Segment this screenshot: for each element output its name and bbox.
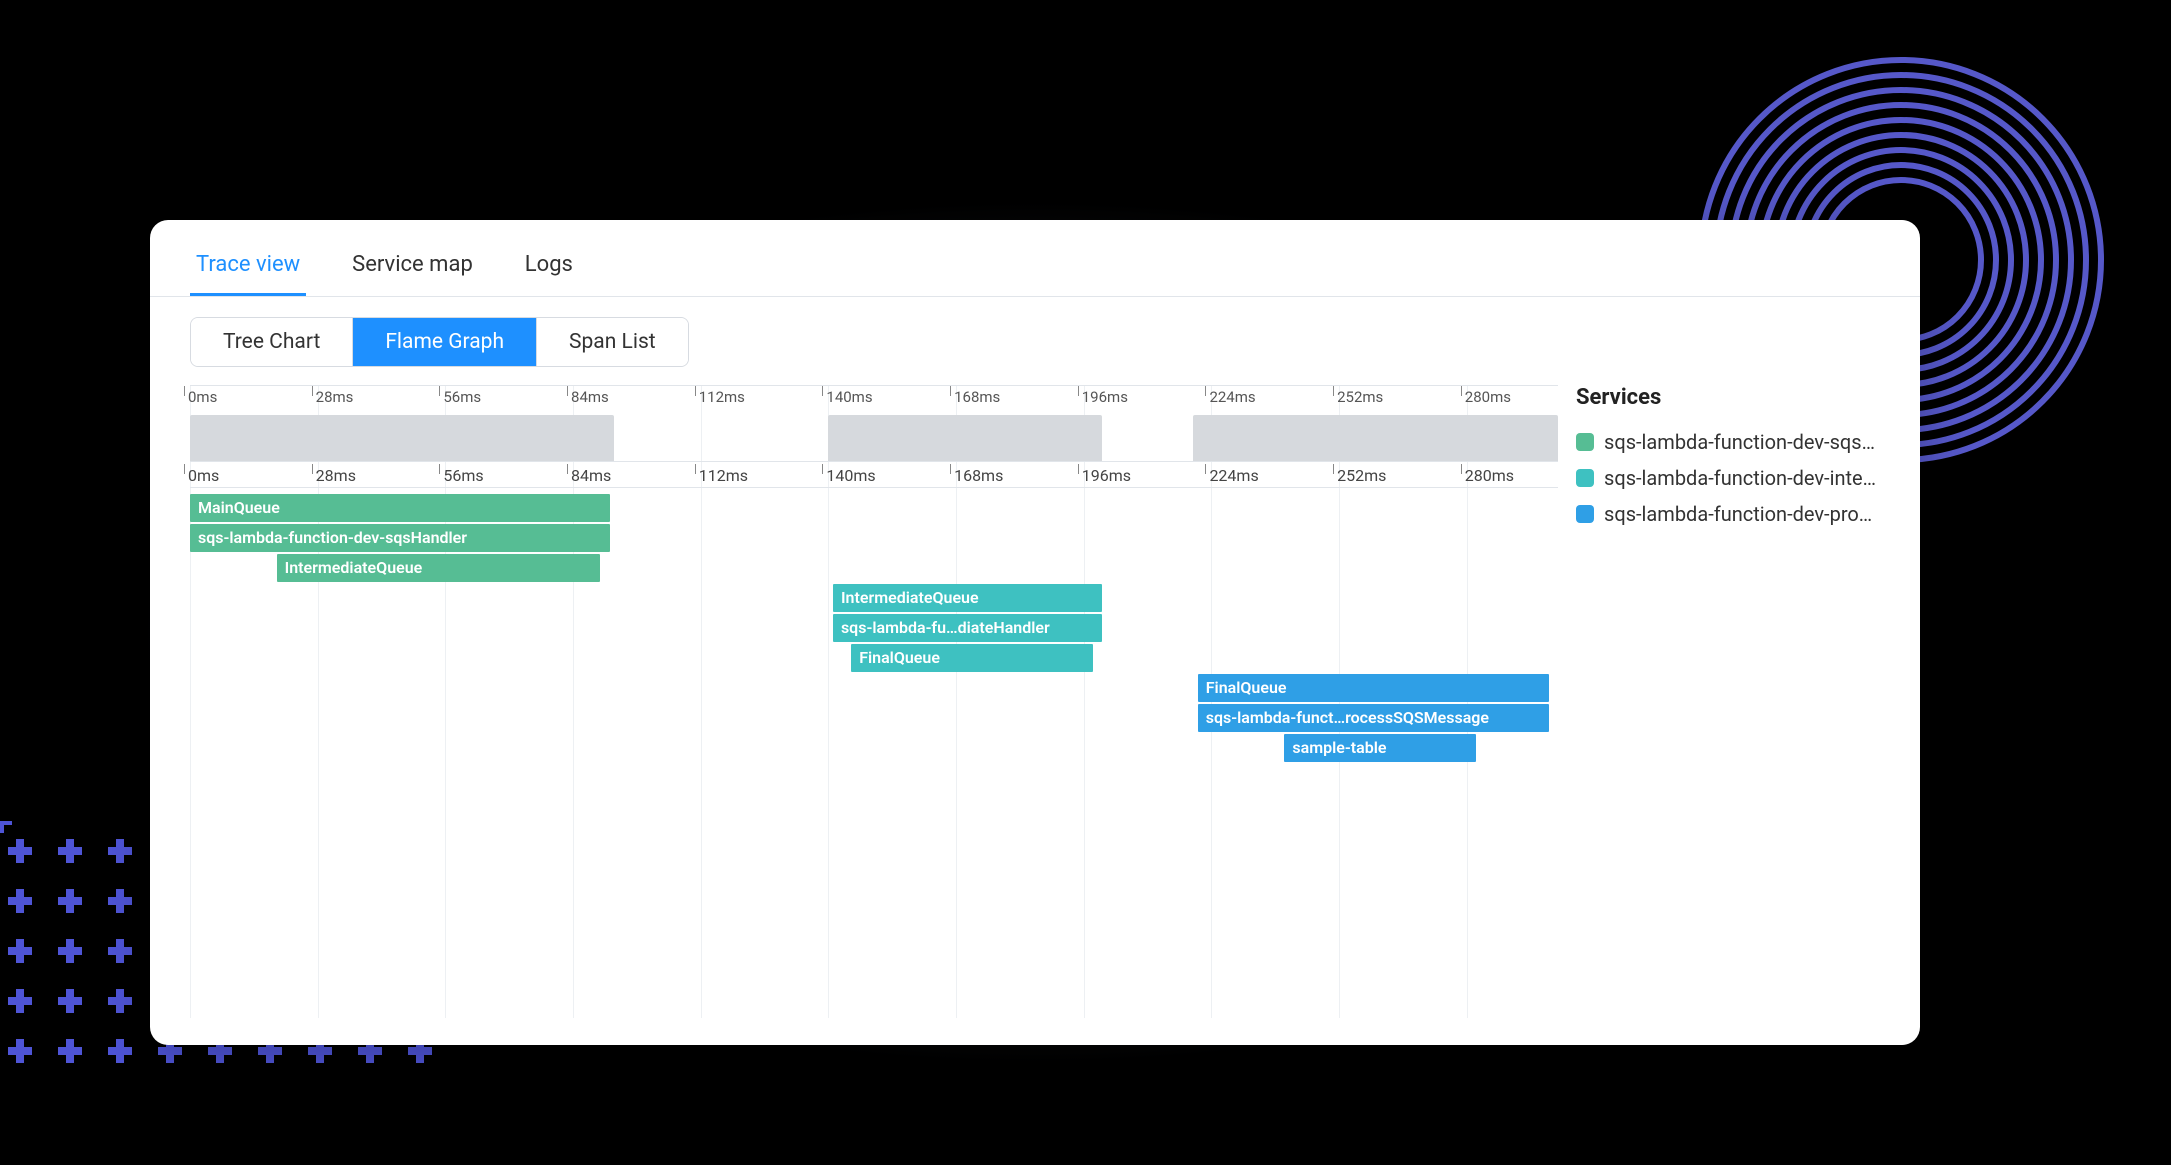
service-label: sqs-lambda-function-dev-inte… <box>1604 466 1876 490</box>
swatch-blue-icon <box>1576 505 1594 523</box>
service-label: sqs-lambda-function-dev-sqs… <box>1604 430 1875 454</box>
ruler-tick: 224ms <box>1209 466 1258 485</box>
ruler-tick: 196ms <box>1082 466 1131 485</box>
minimap-silhouette <box>828 415 1102 461</box>
flame-span[interactable]: IntermediateQueue <box>833 584 1102 612</box>
ruler-tick: 168ms <box>954 466 1003 485</box>
tab-logs[interactable]: Logs <box>519 240 579 296</box>
flame-span[interactable]: MainQueue <box>190 494 610 522</box>
services-title: Services <box>1576 385 1896 410</box>
minimap-tick: 28ms <box>316 388 354 406</box>
flame-spans-area: MainQueuesqs-lambda-function-dev-sqsHand… <box>190 488 1558 908</box>
view-mode-segmented: Tree Chart Flame Graph Span List <box>190 317 689 367</box>
minimap-tick: 140ms <box>826 388 872 406</box>
seg-tree-chart[interactable]: Tree Chart <box>191 318 353 366</box>
tab-trace-view[interactable]: Trace view <box>190 240 306 296</box>
minimap-tick: 252ms <box>1337 388 1383 406</box>
minimap-silhouette <box>190 415 614 461</box>
minimap-tick: 168ms <box>954 388 1000 406</box>
timeline-ruler: 0ms 28ms 56ms 84ms 112ms 140ms 168ms 196ms 224ms… <box>190 462 1558 488</box>
minimap-tick: 84ms <box>571 388 609 406</box>
tab-service-map[interactable]: Service map <box>346 240 479 296</box>
ruler-tick: 112ms <box>699 466 748 485</box>
flame-span[interactable]: FinalQueue <box>1198 674 1549 702</box>
timeline-minimap[interactable]: 0ms 28ms 56ms 84ms 112ms 140ms 168ms 196ms 224ms… <box>190 386 1558 462</box>
services-legend: Services sqs-lambda-function-dev-sqs… sq… <box>1576 385 1896 1018</box>
flame-span[interactable]: FinalQueue <box>851 644 1093 672</box>
seg-flame-graph[interactable]: Flame Graph <box>353 318 537 366</box>
ruler-tick: 280ms <box>1465 466 1514 485</box>
flame-span[interactable]: sqs-lambda-function-dev-sqsHandler <box>190 524 610 552</box>
ruler-tick: 56ms <box>443 466 483 485</box>
ruler-tick: 0ms <box>188 466 219 485</box>
service-item[interactable]: sqs-lambda-function-dev-sqs… <box>1576 424 1896 460</box>
minimap-tick: 280ms <box>1465 388 1511 406</box>
main-tabs: Trace view Service map Logs <box>150 220 1920 297</box>
swatch-teal-icon <box>1576 469 1594 487</box>
ruler-tick: 28ms <box>316 466 356 485</box>
flame-graph-timeline[interactable]: 0ms 28ms 56ms 84ms 112ms 140ms 168ms 196ms 224ms… <box>190 385 1558 1018</box>
flame-span[interactable]: IntermediateQueue <box>277 554 601 582</box>
swatch-green-icon <box>1576 433 1594 451</box>
service-label: sqs-lambda-function-dev-pro… <box>1604 502 1872 526</box>
minimap-tick: 196ms <box>1082 388 1128 406</box>
trace-card: Trace view Service map Logs Tree Chart F… <box>150 220 1920 1045</box>
minimap-silhouette <box>1193 415 1558 461</box>
flame-span[interactable]: sqs-lambda-fu…diateHandler <box>833 614 1102 642</box>
flame-span[interactable]: sample-table <box>1284 734 1476 762</box>
service-item[interactable]: sqs-lambda-function-dev-inte… <box>1576 460 1896 496</box>
seg-span-list[interactable]: Span List <box>537 318 688 366</box>
minimap-tick: 0ms <box>188 388 217 406</box>
minimap-tick: 224ms <box>1209 388 1255 406</box>
flame-span[interactable]: sqs-lambda-funct…rocessSQSMessage <box>1198 704 1549 732</box>
ruler-tick: 84ms <box>571 466 611 485</box>
ruler-tick: 252ms <box>1337 466 1386 485</box>
ruler-tick: 140ms <box>826 466 875 485</box>
service-item[interactable]: sqs-lambda-function-dev-pro… <box>1576 496 1896 532</box>
minimap-tick: 112ms <box>699 388 745 406</box>
minimap-tick: 56ms <box>443 388 481 406</box>
